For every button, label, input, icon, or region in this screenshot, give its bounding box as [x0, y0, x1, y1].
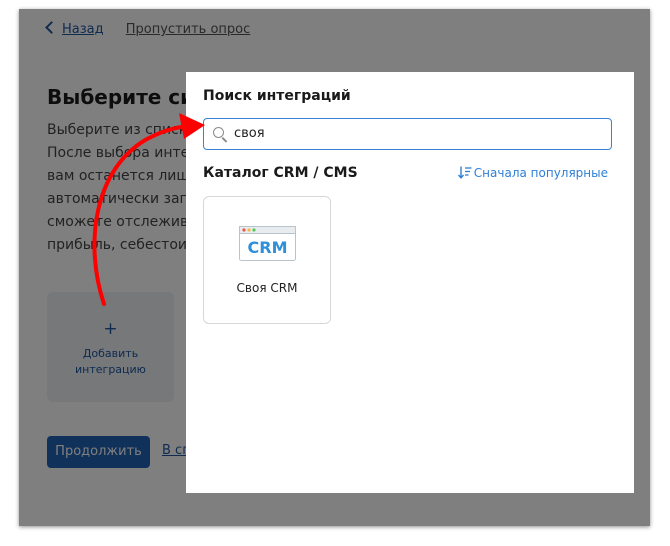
annotation-arrow — [92, 113, 205, 306]
app-window: Назад Пропустить опрос Выберите сис Выбе… — [19, 9, 650, 526]
